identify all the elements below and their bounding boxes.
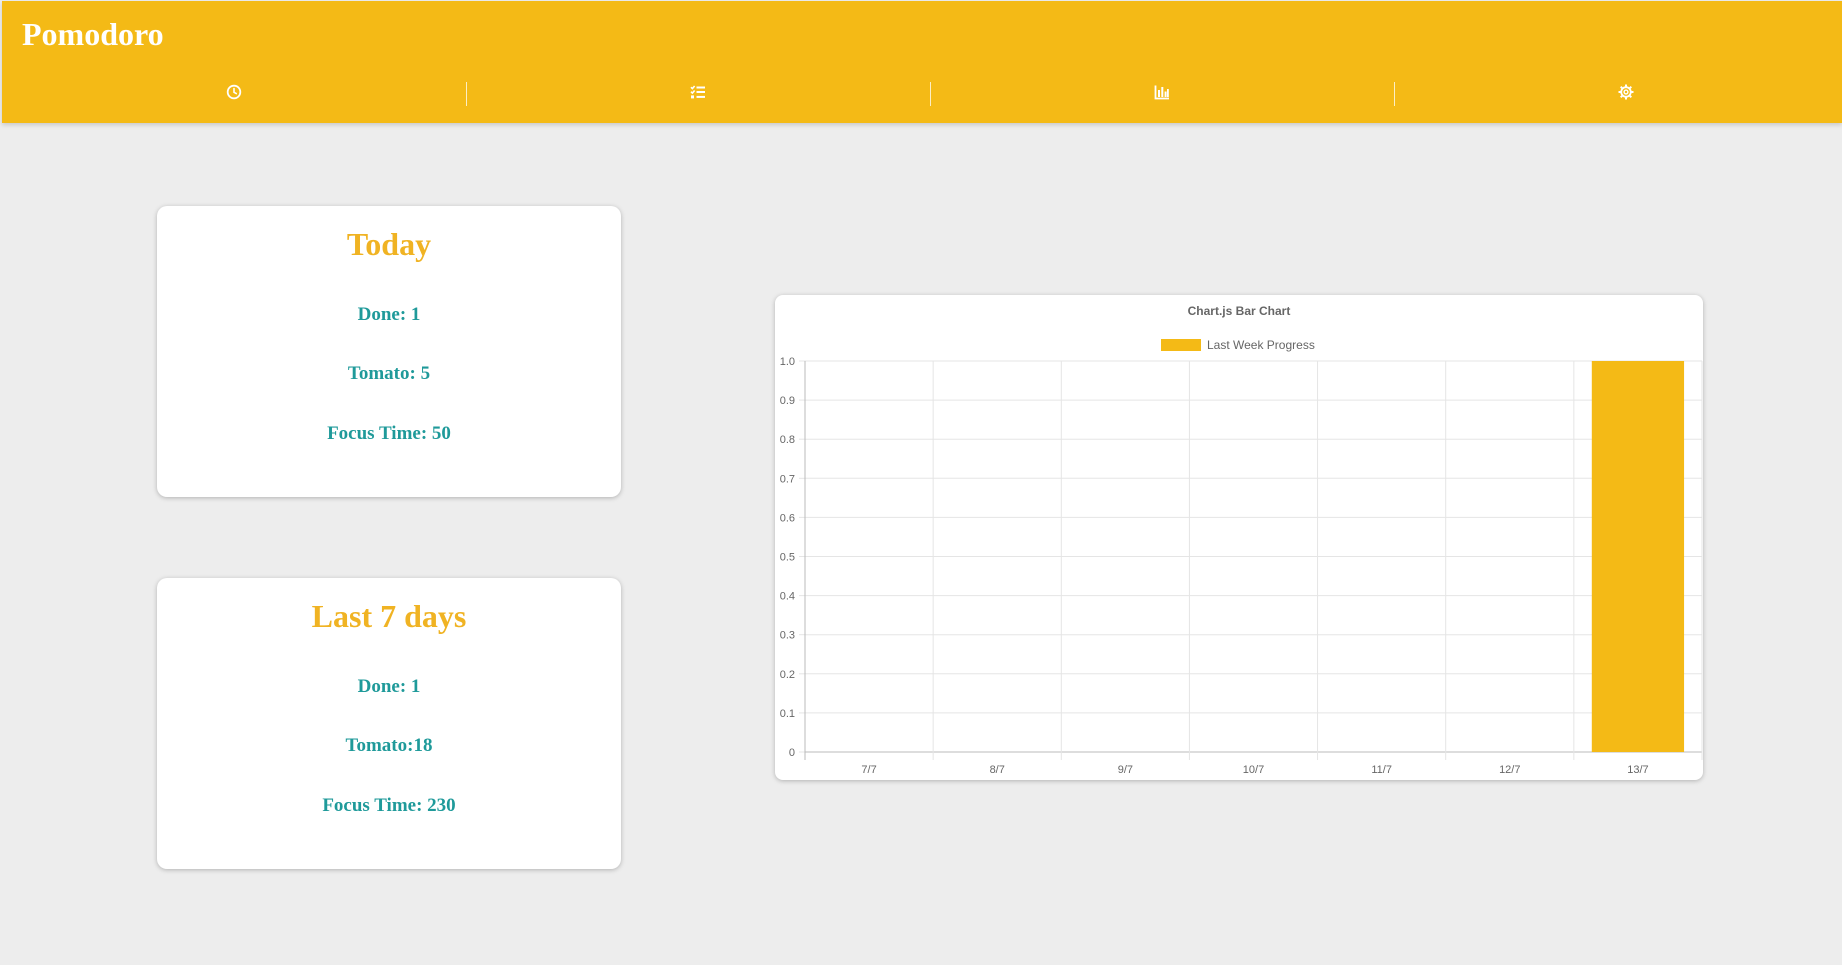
clock-icon <box>226 84 242 105</box>
task-list-icon <box>690 84 706 105</box>
y-tick-label: 0.3 <box>780 630 795 642</box>
app-title: Pomodoro <box>22 16 164 52</box>
today-tomato: Tomato: 5 <box>347 363 431 384</box>
nav-bar <box>2 77 1842 111</box>
chart-title: Chart.js Bar Chart <box>1188 304 1291 318</box>
x-tick-label: 12/7 <box>1499 764 1520 776</box>
y-tick-label: 0.4 <box>780 591 795 603</box>
nav-item-timer[interactable] <box>2 77 466 111</box>
y-tick-label: 0 <box>789 747 795 759</box>
progress-bar-chart: Chart.js Bar Chart Last Week Progress 0 0.1… <box>780 304 1703 776</box>
y-tick-label: 1.0 <box>780 356 795 368</box>
x-tick-label: 8/7 <box>990 764 1005 776</box>
legend-label: Last Week Progress <box>1207 338 1315 352</box>
nav-item-statistics[interactable] <box>930 77 1394 111</box>
y-tick-label: 0.1 <box>780 708 795 720</box>
x-tick-label: 10/7 <box>1243 764 1264 776</box>
y-tick-label: 0.7 <box>780 473 795 485</box>
progress-chart-card: Chart.js Bar Chart Last Week Progress 0 0.1… <box>775 295 1703 780</box>
last-7-days-card: Last 7 days Done: 1 Tomato:18 Focus Time… <box>157 578 621 869</box>
nav-item-tasks[interactable] <box>466 77 930 111</box>
x-tick-label: 7/7 <box>861 764 876 776</box>
today-done: Done: 1 <box>357 304 421 325</box>
y-tick-label: 0.8 <box>780 434 795 446</box>
x-tick-label: 11/7 <box>1371 764 1392 776</box>
x-tick-label: 9/7 <box>1118 764 1133 776</box>
today-title: Today <box>346 226 432 262</box>
nav-item-settings[interactable] <box>1394 77 1842 111</box>
today-focus-time: Focus Time: 50 <box>327 423 451 444</box>
app-header: Pomodoro <box>2 1 1842 123</box>
bar-chart-icon <box>1154 84 1170 105</box>
week-done: Done: 1 <box>357 676 421 697</box>
y-tick-label: 0.5 <box>780 552 795 564</box>
x-tick-label: 13/7 <box>1627 764 1648 776</box>
week-title: Last 7 days <box>311 598 467 634</box>
y-tick-label: 0.2 <box>780 669 795 681</box>
y-tick-label: 0.9 <box>780 395 795 407</box>
today-card: Today Done: 1 Tomato: 5 Focus Time: 50 <box>157 206 621 497</box>
bar-13/7 <box>1591 361 1685 752</box>
week-focus-time: Focus Time: 230 <box>322 795 456 816</box>
y-tick-label: 0.6 <box>780 512 795 524</box>
week-tomato: Tomato:18 <box>345 735 433 756</box>
legend-swatch <box>1161 339 1201 351</box>
gear-icon <box>1618 84 1634 105</box>
